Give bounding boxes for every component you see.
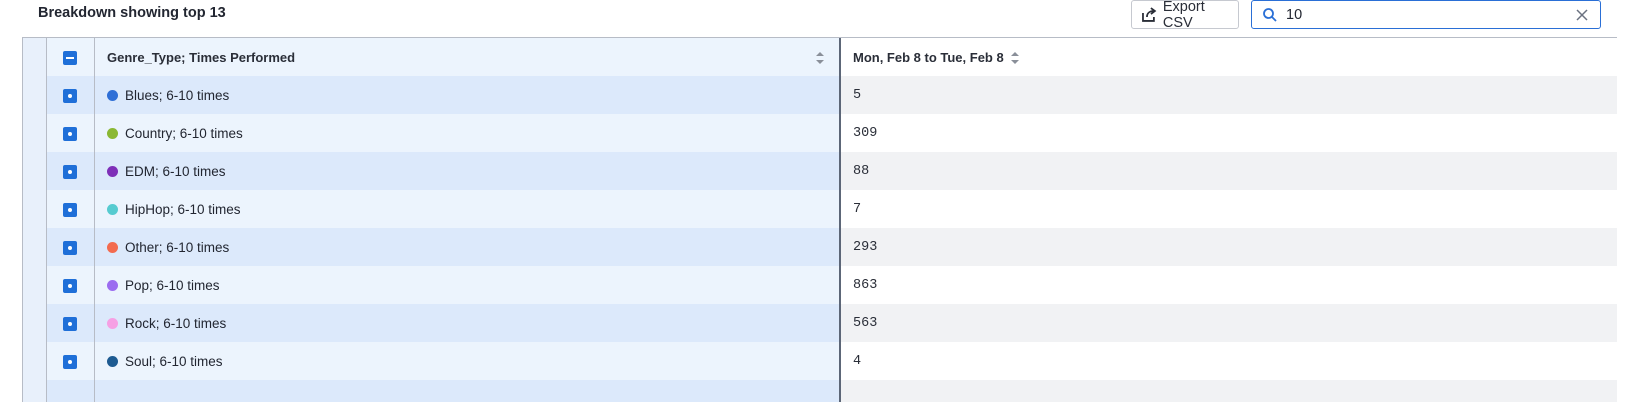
- row-value: 88: [841, 152, 1617, 191]
- row-label-cell: Other; 6-10 times: [95, 228, 841, 267]
- row-gutter: [23, 38, 47, 77]
- row-checkbox-cell: [47, 304, 95, 343]
- series-color-dot: [107, 166, 118, 177]
- row-label-cell: HipHop; 6-10 times: [95, 190, 841, 229]
- row-label-cell: Soul; 6-10 times: [95, 342, 841, 381]
- series-color-dot: [107, 90, 118, 101]
- toolbar: Breakdown showing top 13 Export CSV: [0, 0, 1635, 32]
- table-row[interactable]: HipHop; 6-10 times 7: [23, 190, 1617, 230]
- export-csv-button[interactable]: Export CSV: [1131, 0, 1239, 31]
- row-label-cell: Country; 6-10 times: [95, 114, 841, 153]
- row-gutter: [23, 228, 47, 267]
- row-checkbox-cell: [47, 114, 95, 153]
- breakdown-title: Breakdown showing top 13: [38, 5, 226, 21]
- row-checkbox-cell: [47, 152, 95, 191]
- row-value: 293: [841, 228, 1617, 267]
- search-box[interactable]: [1251, 0, 1601, 29]
- row-checkbox-cell: [47, 342, 95, 381]
- row-label: Blues; 6-10 times: [125, 88, 230, 103]
- sort-icon[interactable]: [815, 51, 825, 65]
- row-checkbox-cell: [47, 190, 95, 229]
- row-value: 309: [841, 114, 1617, 153]
- column-header-date[interactable]: Mon, Feb 8 to Tue, Feb 8: [841, 38, 1617, 77]
- row-checkbox[interactable]: [63, 203, 77, 217]
- row-label: EDM; 6-10 times: [125, 164, 226, 179]
- select-all-checkbox[interactable]: [63, 51, 77, 65]
- row-checkbox[interactable]: [63, 89, 77, 103]
- series-color-dot: [107, 280, 118, 291]
- table-header-row: Genre_Type; Times Performed Mon, Feb 8 t…: [23, 38, 1617, 78]
- row-gutter: [23, 76, 47, 115]
- row-value: 5: [841, 76, 1617, 115]
- table-row-partial: [23, 380, 1617, 402]
- row-label-cell: EDM; 6-10 times: [95, 152, 841, 191]
- table-row[interactable]: Rock; 6-10 times 563: [23, 304, 1617, 344]
- row-label: Soul; 6-10 times: [125, 354, 223, 369]
- series-color-dot: [107, 242, 118, 253]
- row-label-cell: [95, 380, 841, 402]
- row-gutter: [23, 380, 47, 402]
- row-value-cell: [841, 380, 1617, 402]
- row-gutter: [23, 304, 47, 343]
- column-header-genre[interactable]: Genre_Type; Times Performed: [95, 38, 841, 77]
- export-icon: [1142, 6, 1157, 22]
- series-color-dot: [107, 318, 118, 329]
- row-value: 563: [841, 304, 1617, 343]
- row-gutter: [23, 266, 47, 305]
- table-row[interactable]: Pop; 6-10 times 863: [23, 266, 1617, 306]
- row-label: Country; 6-10 times: [125, 126, 243, 141]
- row-label: Rock; 6-10 times: [125, 316, 227, 331]
- select-all-cell: [47, 38, 95, 77]
- row-gutter: [23, 152, 47, 191]
- row-value: 7: [841, 190, 1617, 229]
- series-color-dot: [107, 204, 118, 215]
- breakdown-table: Genre_Type; Times Performed Mon, Feb 8 t…: [22, 37, 1617, 402]
- row-checkbox[interactable]: [63, 317, 77, 331]
- series-color-dot: [107, 128, 118, 139]
- row-gutter: [23, 342, 47, 381]
- row-value: 863: [841, 266, 1617, 305]
- row-checkbox-cell: [47, 76, 95, 115]
- row-gutter: [23, 114, 47, 153]
- row-checkbox-cell: [47, 228, 95, 267]
- export-csv-label: Export CSV: [1162, 0, 1205, 31]
- row-checkbox[interactable]: [63, 241, 77, 255]
- table-row[interactable]: Other; 6-10 times 293: [23, 228, 1617, 268]
- search-input[interactable]: [1286, 4, 1566, 26]
- table-row[interactable]: Blues; 6-10 times 5: [23, 76, 1617, 116]
- row-gutter: [23, 190, 47, 229]
- series-color-dot: [107, 356, 118, 367]
- row-checkbox-cell: [47, 266, 95, 305]
- row-label-cell: Blues; 6-10 times: [95, 76, 841, 115]
- row-checkbox[interactable]: [63, 355, 77, 369]
- sort-icon[interactable]: [1010, 51, 1020, 65]
- close-icon[interactable]: [1574, 7, 1590, 23]
- row-checkbox[interactable]: [63, 165, 77, 179]
- row-label-cell: Pop; 6-10 times: [95, 266, 841, 305]
- row-checkbox[interactable]: [63, 127, 77, 141]
- table-row[interactable]: Soul; 6-10 times 4: [23, 342, 1617, 382]
- row-value: 4: [841, 342, 1617, 381]
- column-header-genre-label: Genre_Type; Times Performed: [107, 50, 296, 65]
- row-checkbox-cell: [47, 380, 95, 402]
- row-label: HipHop; 6-10 times: [125, 202, 241, 217]
- search-icon: [1263, 8, 1277, 22]
- table-row[interactable]: Country; 6-10 times 309: [23, 114, 1617, 154]
- table-row[interactable]: EDM; 6-10 times 88: [23, 152, 1617, 192]
- column-header-date-label: Mon, Feb 8 to Tue, Feb 8: [853, 50, 1004, 65]
- row-label-cell: Rock; 6-10 times: [95, 304, 841, 343]
- row-label: Other; 6-10 times: [125, 240, 230, 255]
- row-label: Pop; 6-10 times: [125, 278, 220, 293]
- row-checkbox[interactable]: [63, 279, 77, 293]
